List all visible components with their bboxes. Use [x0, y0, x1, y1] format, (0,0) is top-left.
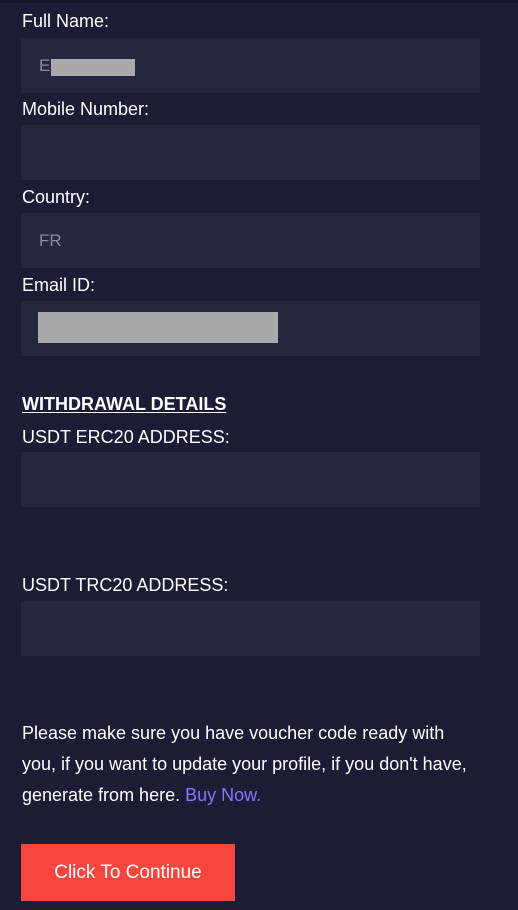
country-input[interactable] [21, 213, 480, 268]
email-field-box [21, 301, 480, 356]
trc20-address-field-box [21, 601, 480, 656]
redacted-block [38, 312, 278, 343]
trc20-address-label: USDT TRC20 ADDRESS: [22, 575, 229, 595]
full-name-field-box [21, 38, 480, 93]
top-edge [0, 0, 518, 3]
voucher-notice: Please make sure you have voucher code r… [22, 718, 482, 811]
mobile-number-label: Mobile Number: [22, 99, 150, 119]
email-label: Email ID: [22, 275, 96, 295]
country-label: Country: [22, 187, 91, 207]
full-name-label: Full Name: [22, 11, 110, 31]
mobile-number-input[interactable] [21, 125, 480, 180]
withdrawal-details-heading: WITHDRAWAL DETAILS [22, 394, 227, 414]
erc20-address-field-box [21, 452, 480, 507]
trc20-address-input[interactable] [21, 601, 480, 656]
mobile-number-field-box [21, 125, 480, 180]
erc20-address-input[interactable] [21, 452, 480, 507]
erc20-address-label: USDT ERC20 ADDRESS: [22, 427, 230, 447]
redacted-block [51, 59, 135, 76]
country-field-box [21, 213, 480, 268]
continue-button[interactable]: Click To Continue [21, 844, 235, 901]
buy-now-link[interactable]: Buy Now. [185, 785, 261, 805]
